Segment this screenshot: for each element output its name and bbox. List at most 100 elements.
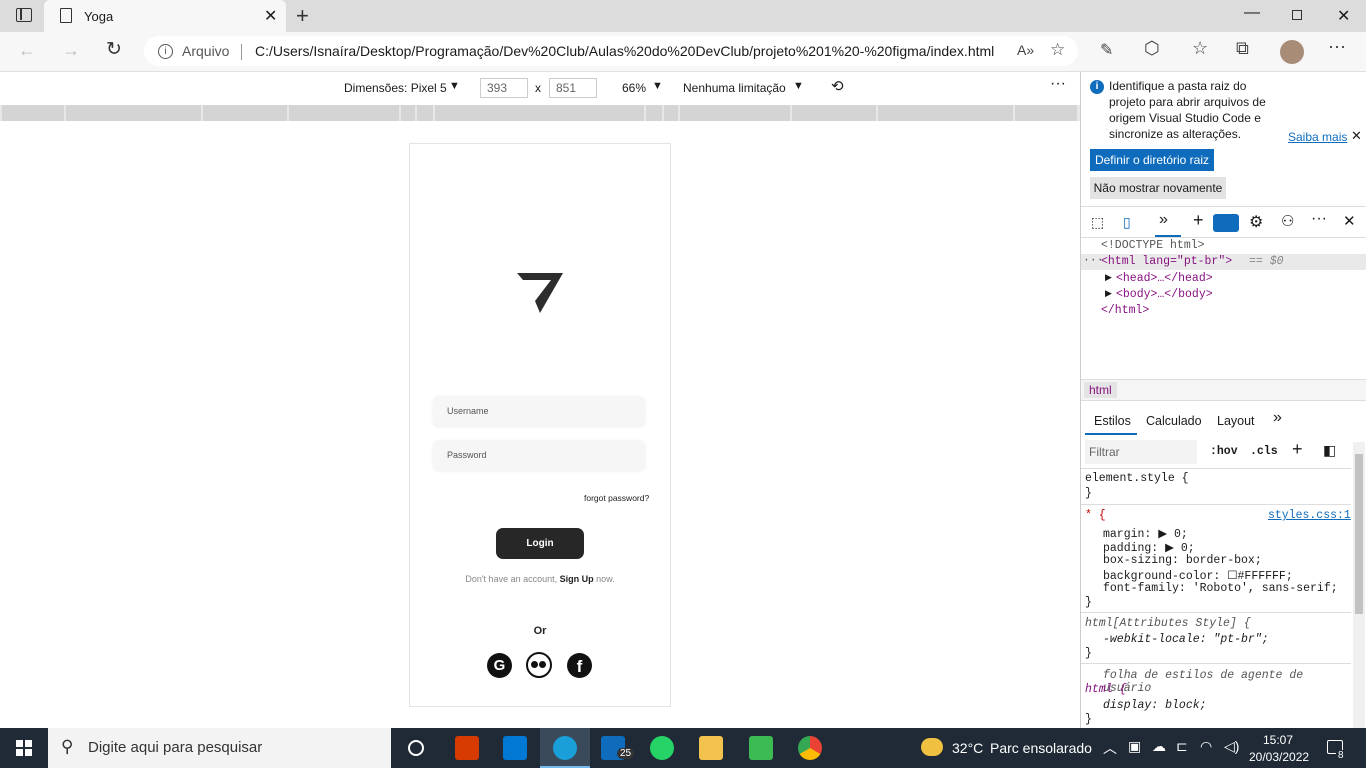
more-tabs-icon[interactable]: »	[1159, 211, 1168, 229]
prop-display[interactable]: display: block;	[1103, 699, 1207, 712]
extension-tool-icon[interactable]: ✎	[1100, 40, 1113, 60]
meet-icon[interactable]: ▣	[1128, 738, 1141, 755]
close-window-icon[interactable]: ✕	[1337, 6, 1350, 26]
facebook-icon[interactable]: f	[567, 653, 592, 678]
prop-font-family[interactable]: font-family: 'Roboto', sans-serif;	[1103, 582, 1338, 595]
source-link[interactable]: styles.css:1	[1268, 509, 1351, 522]
office-icon[interactable]	[455, 736, 479, 760]
hov-toggle[interactable]: :hov	[1210, 445, 1238, 458]
prop-webkit-locale[interactable]: -webkit-locale: "pt-br";	[1103, 633, 1269, 646]
store-icon[interactable]	[503, 736, 527, 760]
close-info-icon[interactable]: ✕	[1351, 128, 1362, 144]
close-devtools-icon[interactable]: ✕	[1343, 212, 1356, 230]
tab-styles[interactable]: Estilos	[1094, 414, 1131, 428]
device-chevron-icon[interactable]: ▼	[449, 80, 460, 92]
add-favorite-icon[interactable]: ☆	[1050, 40, 1065, 60]
tab-actions-icon[interactable]	[16, 8, 32, 22]
prop-background-color[interactable]: background-color: ☐#FFFFFF;	[1103, 568, 1293, 583]
expand-head-icon[interactable]: ▶	[1105, 272, 1112, 283]
back-icon[interactable]: ←	[18, 40, 36, 61]
new-tab-icon[interactable]: +	[296, 3, 309, 29]
dont-show-again-button[interactable]: Não mostrar novamente	[1090, 177, 1226, 199]
prop-padding[interactable]: padding: ▶ 0;	[1103, 540, 1195, 555]
new-rule-icon[interactable]: +	[1292, 439, 1303, 460]
prop-margin[interactable]: margin: ▶ 0;	[1103, 526, 1188, 541]
element-style-rule[interactable]: element.style {	[1085, 472, 1189, 485]
windows-start-icon[interactable]	[16, 740, 32, 756]
volume-icon[interactable]: ◁)	[1224, 738, 1239, 755]
taskbar-search[interactable]: ⚲ Digite aqui para pesquisar	[48, 728, 391, 768]
login-button[interactable]: Login	[496, 528, 584, 559]
forward-icon[interactable]: →	[62, 40, 80, 61]
password-input[interactable]: Password	[433, 440, 645, 470]
url-box[interactable]: i Arquivo C:/Users/Isnaíra/Desktop/Progr…	[144, 36, 1078, 66]
settings-gear-icon[interactable]: ⚙	[1249, 212, 1263, 232]
dom-html-open[interactable]: <html lang="pt-br">	[1101, 255, 1232, 268]
more-icon[interactable]: ···	[1328, 36, 1346, 57]
restore-icon[interactable]	[1292, 10, 1302, 20]
attr-style-rule[interactable]: html[Attributes Style] {	[1085, 617, 1251, 630]
dom-html-row[interactable]: ··· <html lang="pt-br"> == $0	[1081, 254, 1366, 270]
throttle-select[interactable]: Nenhuma limitação	[683, 81, 786, 95]
extensions-icon[interactable]: ⬡	[1144, 38, 1160, 59]
tab-layout[interactable]: Layout	[1217, 414, 1255, 428]
google-icon[interactable]: G	[487, 653, 512, 678]
refresh-icon[interactable]: ↻	[106, 38, 122, 61]
cls-toggle[interactable]: .cls	[1250, 445, 1278, 458]
dom-doctype[interactable]: <!DOCTYPE html>	[1101, 239, 1205, 252]
whatsapp-icon[interactable]	[650, 736, 674, 760]
weather-icon[interactable]	[921, 738, 943, 756]
clock-time[interactable]: 15:07	[1263, 733, 1293, 747]
filter-input[interactable]: Filtrar	[1085, 440, 1197, 464]
media-query-bar[interactable]	[0, 105, 1080, 121]
minimize-icon[interactable]: —	[1244, 4, 1260, 22]
forgot-password-link[interactable]: forgot password?	[584, 493, 649, 503]
flickr-icon[interactable]	[526, 652, 552, 678]
tab-computed[interactable]: Calculado	[1146, 414, 1202, 428]
read-aloud-icon[interactable]: A»	[1017, 42, 1034, 58]
add-tab-icon[interactable]: +	[1193, 210, 1204, 231]
feedback-icon[interactable]: ⚇	[1281, 212, 1294, 230]
height-input[interactable]: 851	[549, 78, 597, 98]
tab-yoga[interactable]: Yoga ✕	[44, 0, 286, 32]
more-panels-icon[interactable]: »	[1273, 409, 1282, 427]
device-more-icon[interactable]: ···	[1050, 75, 1066, 93]
devtools-more-icon[interactable]: ···	[1311, 210, 1327, 228]
set-root-button[interactable]: Definir o diretório raiz	[1090, 149, 1214, 171]
ua-html-rule[interactable]: html {	[1085, 683, 1126, 696]
collections-icon[interactable]: ⧉	[1236, 38, 1249, 59]
rotate-icon[interactable]: ⟲	[831, 77, 844, 95]
dom-body[interactable]: <body>…</body>	[1116, 288, 1213, 301]
zoom-select[interactable]: 66%	[622, 81, 646, 95]
hidden-icons-chevron-icon[interactable]: ︿	[1103, 738, 1117, 758]
star-selector[interactable]: * {	[1085, 509, 1106, 522]
profile-avatar[interactable]	[1280, 40, 1304, 64]
zoom-chevron-icon[interactable]: ▼	[652, 80, 663, 92]
throttle-chevron-icon[interactable]: ▼	[793, 80, 804, 92]
url-text[interactable]: C:/Users/Isnaíra/Desktop/Programação/Dev…	[255, 43, 994, 59]
network-icon[interactable]: ⊏	[1176, 738, 1188, 755]
learn-more-link[interactable]: Saiba mais	[1288, 130, 1347, 144]
width-input[interactable]: 393	[480, 78, 528, 98]
expand-body-icon[interactable]: ▶	[1105, 288, 1112, 299]
weather-text[interactable]: Parc ensolarado	[990, 740, 1092, 756]
clock-date[interactable]: 20/03/2022	[1249, 750, 1309, 764]
breadcrumb[interactable]: html	[1084, 382, 1117, 398]
file-explorer-icon[interactable]	[699, 736, 723, 760]
inspect-icon[interactable]: ⬚	[1091, 214, 1104, 231]
device-select[interactable]: Dimensões: Pixel 5	[344, 81, 447, 95]
prop-box-sizing[interactable]: box-sizing: border-box;	[1103, 554, 1262, 567]
device-emulation-icon[interactable]: ▯	[1123, 214, 1131, 231]
dom-html-close[interactable]: </html>	[1101, 304, 1149, 317]
edge-taskbar-button[interactable]	[540, 728, 590, 768]
phone-app-icon[interactable]	[749, 736, 773, 760]
signup-link[interactable]: Sign Up	[560, 574, 594, 584]
toggle-sidebar-icon[interactable]: ◧	[1323, 442, 1336, 459]
styles-scrollbar[interactable]	[1353, 442, 1365, 728]
username-input[interactable]: Username	[433, 396, 645, 426]
favorites-icon[interactable]: ☆	[1192, 38, 1208, 59]
wifi-icon[interactable]: ◠	[1200, 738, 1212, 755]
close-tab-icon[interactable]: ✕	[264, 6, 277, 26]
weather-temp[interactable]: 32°C	[952, 740, 983, 756]
info-icon[interactable]: i	[158, 44, 173, 59]
